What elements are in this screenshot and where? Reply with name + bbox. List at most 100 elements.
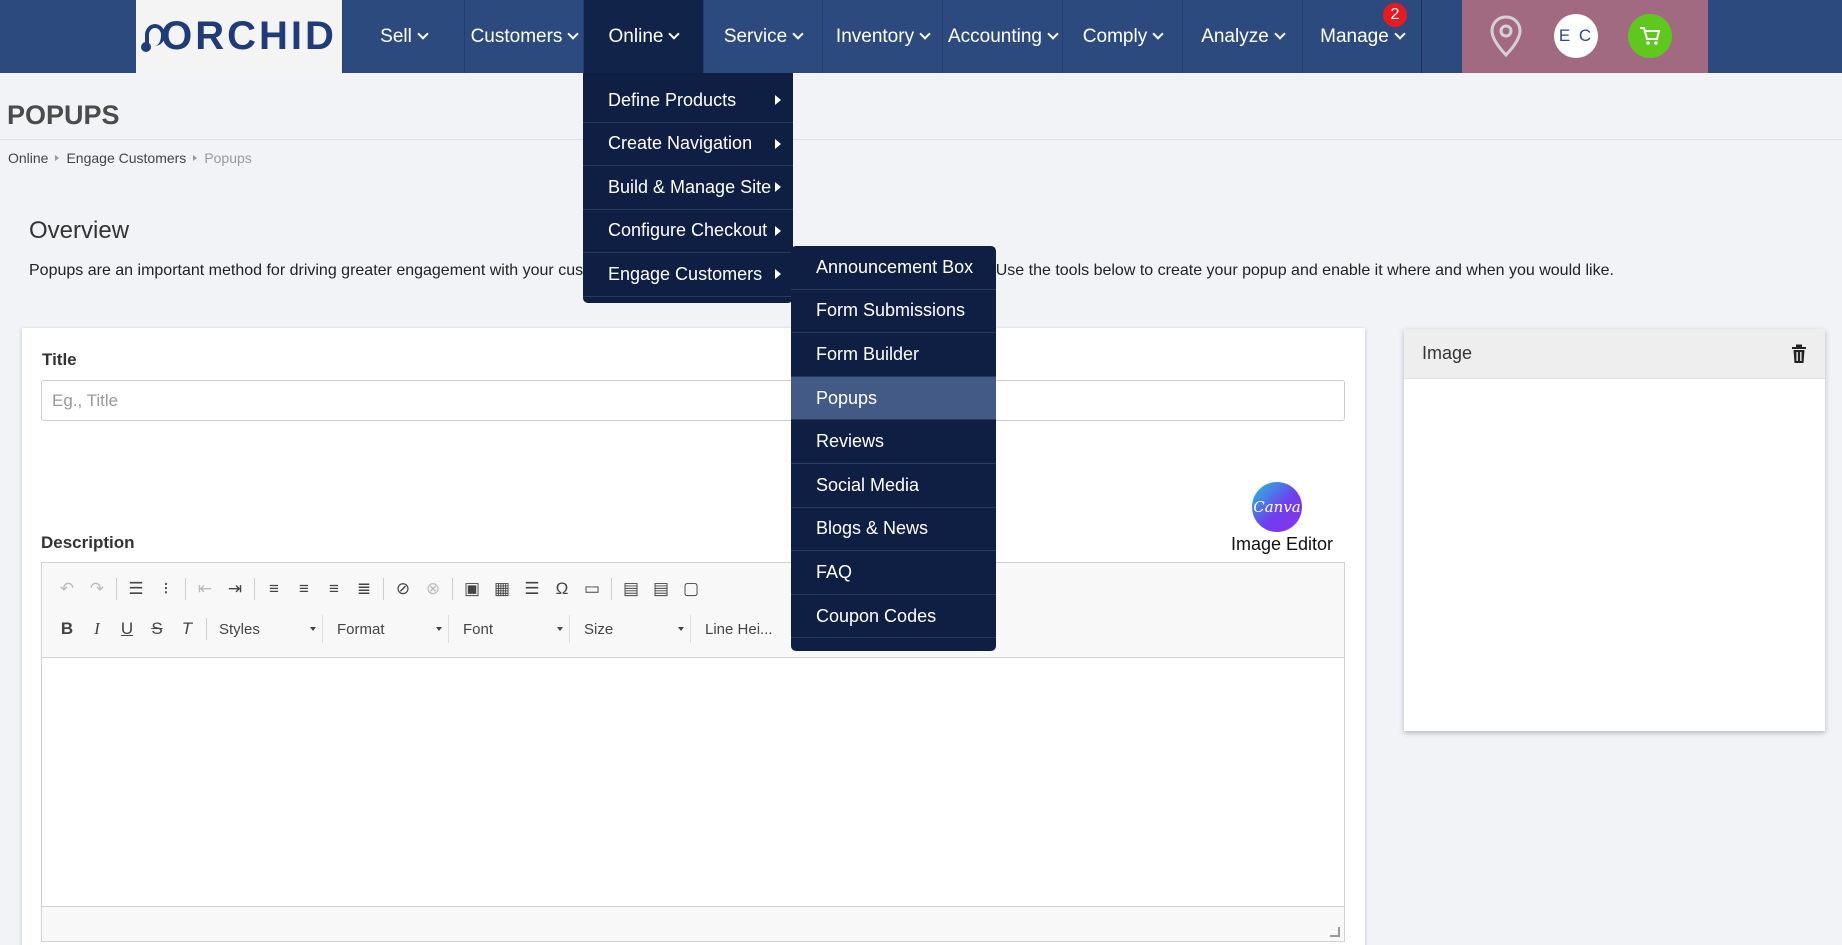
orchid-logo[interactable]: ORCHID <box>136 0 342 73</box>
italic-icon[interactable]: I <box>82 615 112 643</box>
nav-online[interactable]: Online <box>583 0 703 73</box>
chevron-down-icon <box>792 28 804 40</box>
menu-item-announcement-box[interactable]: Announcement Box <box>791 246 996 290</box>
menu-item-build-manage-site[interactable]: Build & Manage Site <box>583 166 793 210</box>
image-editor-label[interactable]: Image Editor <box>1227 534 1337 555</box>
caret-down-icon <box>310 627 316 631</box>
nav-sell[interactable]: Sell <box>342 0 464 73</box>
breadcrumb-engage-customers[interactable]: Engage Customers <box>66 150 186 166</box>
map-pin-icon[interactable] <box>1488 14 1524 58</box>
combo-label: Line Hei... <box>705 620 773 638</box>
paste-text-icon[interactable]: ▤ <box>646 575 676 603</box>
menu-item-social-media[interactable]: Social Media <box>791 464 996 508</box>
toolbar-separator <box>254 578 255 600</box>
menu-item-label: Configure Checkout <box>608 220 768 241</box>
nav-accounting[interactable]: Accounting <box>942 0 1062 73</box>
breadcrumb: Online Engage Customers Popups <box>8 150 252 166</box>
underline-icon[interactable]: U <box>112 615 142 643</box>
menu-item-configure-checkout[interactable]: Configure Checkout <box>583 210 793 253</box>
nav-manage[interactable]: Manage 2 <box>1302 0 1422 73</box>
menu-item-label: Social Media <box>816 474 920 495</box>
align-justify-icon[interactable]: ≣ <box>349 575 379 603</box>
clear-format-icon[interactable]: T <box>172 615 202 643</box>
link-icon[interactable]: ⊘ <box>388 575 418 603</box>
nav-inventory[interactable]: Inventory <box>822 0 942 73</box>
paste-icon[interactable]: ▤ <box>616 575 646 603</box>
menu-item-form-builder[interactable]: Form Builder <box>791 333 996 377</box>
menu-item-form-submissions[interactable]: Form Submissions <box>791 290 996 334</box>
menu-item-popups[interactable]: Popups <box>791 376 996 421</box>
table-icon[interactable]: ▦ <box>487 575 517 603</box>
breadcrumb-online[interactable]: Online <box>8 150 48 166</box>
nav-label: Online <box>608 25 664 47</box>
nav-customers[interactable]: Customers <box>464 0 583 73</box>
avatar[interactable]: E C <box>1554 14 1598 58</box>
nav-label: Manage <box>1320 25 1389 47</box>
cart-icon[interactable] <box>1628 14 1672 58</box>
source-icon[interactable]: ▢ <box>676 575 706 603</box>
menu-item-label: Define Products <box>608 89 737 110</box>
strikethrough-icon[interactable]: S <box>142 615 172 643</box>
resize-handle-icon[interactable] <box>1330 927 1340 937</box>
user-tools: E C <box>1462 0 1708 73</box>
breadcrumb-separator-icon <box>55 155 60 161</box>
styles-dropdown[interactable]: Styles <box>211 615 323 643</box>
menu-item-faq[interactable]: FAQ <box>791 551 996 595</box>
nav-analyze[interactable]: Analyze <box>1182 0 1302 73</box>
menu-item-coupon-codes[interactable]: Coupon Codes <box>791 595 996 639</box>
special-character-icon[interactable]: Ω <box>547 575 577 603</box>
menu-item-label: Build & Manage Site <box>608 176 772 197</box>
redo-icon[interactable]: ↷ <box>82 575 112 603</box>
caret-right-icon <box>775 225 781 236</box>
overview-heading: Overview <box>29 217 130 244</box>
bulleted-list-icon[interactable]: ⁝ <box>151 575 181 603</box>
trash-icon[interactable] <box>1791 344 1807 364</box>
horizontal-line-icon[interactable]: ☰ <box>517 575 547 603</box>
unlink-icon[interactable]: ⊗ <box>418 575 448 603</box>
menu-item-blogs-news[interactable]: Blogs & News <box>791 508 996 552</box>
nav-comply[interactable]: Comply <box>1062 0 1182 73</box>
caret-down-icon <box>678 627 684 631</box>
editor-toolbar-row-1: ↶ ↷ ☰ ⁝ ⇤ ⇥ ≡ ≡ ≡ ≣ ⊘ ⊗ ▣ ▦ ☰ Ω ▭ ▤ ▤ ▢ <box>42 569 706 609</box>
title-input[interactable] <box>41 380 1345 421</box>
bold-icon[interactable]: B <box>52 615 82 643</box>
breadcrumb-separator-icon <box>193 155 198 161</box>
folder-icon[interactable]: ▭ <box>577 575 607 603</box>
menu-item-define-products[interactable]: Define Products <box>583 79 793 123</box>
align-center-icon[interactable]: ≡ <box>289 575 319 603</box>
numbered-list-icon[interactable]: ☰ <box>121 575 151 603</box>
indent-icon[interactable]: ⇥ <box>220 575 250 603</box>
nav-label: Accounting <box>947 25 1042 47</box>
online-dropdown-menu: Define Products Create Navigation Build … <box>583 73 793 303</box>
image-panel-title: Image <box>1422 343 1473 363</box>
undo-icon[interactable]: ↶ <box>52 575 82 603</box>
editor-content-area[interactable] <box>42 657 1344 907</box>
notification-badge: 2 <box>1383 3 1407 27</box>
menu-item-engage-customers[interactable]: Engage Customers <box>583 253 793 297</box>
outdent-icon[interactable]: ⇤ <box>190 575 220 603</box>
chevron-down-icon <box>417 28 429 40</box>
align-left-icon[interactable]: ≡ <box>259 575 289 603</box>
logo-text: ORCHID <box>161 14 337 58</box>
font-dropdown[interactable]: Font <box>455 615 570 643</box>
toolbar-separator <box>452 578 453 600</box>
chevron-down-icon <box>1394 28 1406 40</box>
nav-service[interactable]: Service <box>703 0 822 73</box>
size-dropdown[interactable]: Size <box>576 615 691 643</box>
chevron-down-icon <box>1152 28 1164 40</box>
menu-item-label: Form Builder <box>816 343 920 364</box>
engage-customers-submenu: Announcement Box Form Submissions Form B… <box>791 246 996 651</box>
combo-label: Size <box>584 620 614 638</box>
caret-down-icon <box>557 627 563 631</box>
toolbar-separator <box>116 578 117 600</box>
nav-label: Customers <box>470 25 563 47</box>
format-dropdown[interactable]: Format <box>329 615 449 643</box>
canva-icon[interactable]: Canva <box>1252 482 1302 532</box>
combo-label: Format <box>337 620 385 638</box>
menu-item-label: Popups <box>816 387 878 408</box>
align-right-icon[interactable]: ≡ <box>319 575 349 603</box>
menu-item-reviews[interactable]: Reviews <box>791 420 996 464</box>
image-icon[interactable]: ▣ <box>457 575 487 603</box>
chevron-down-icon <box>668 28 681 40</box>
menu-item-create-navigation[interactable]: Create Navigation <box>583 123 793 166</box>
